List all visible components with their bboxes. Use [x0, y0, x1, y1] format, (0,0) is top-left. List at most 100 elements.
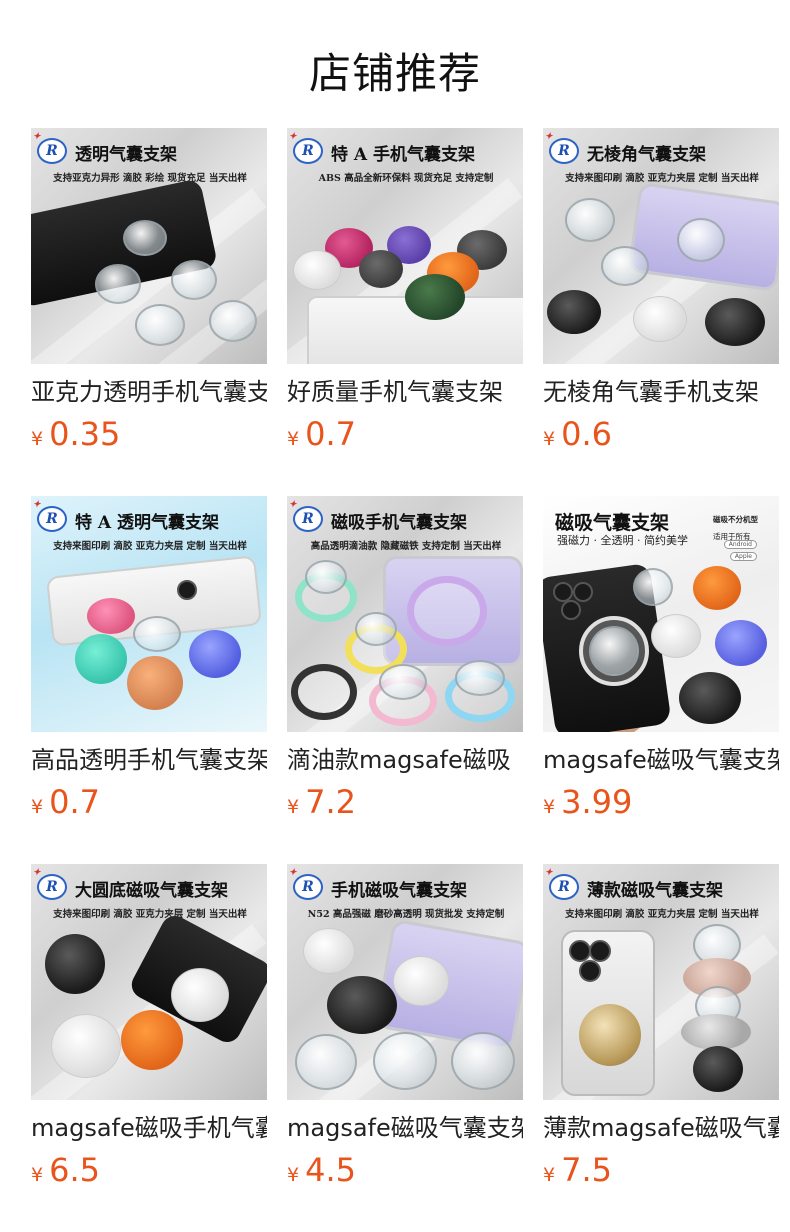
currency-symbol: ¥ [287, 796, 300, 818]
image-subtitle: ABS 高品全新环保料 现货充足 支持定制 [318, 173, 494, 184]
product-price: ¥0.7 [287, 414, 356, 454]
product-name[interactable]: 滴油款magsafe磁吸 [287, 744, 523, 776]
grip-clear [171, 260, 217, 300]
grip-teal [75, 634, 127, 684]
product-card[interactable]: R 手机磁吸气囊支架 N52 高品强磁 磨砂高透明 现货批发 支持定制 mags… [287, 864, 523, 1189]
product-name[interactable]: 无棱角气囊手机支架 [543, 376, 779, 408]
grip-clear [133, 616, 181, 652]
product-price: ¥0.35 [31, 414, 120, 454]
product-card[interactable]: R 无棱角气囊支架 支持来图印刷 滴胶 亚克力夹层 定制 当天出样 无棱角气囊手… [543, 128, 779, 453]
currency-symbol: ¥ [543, 796, 556, 818]
image-subtitle: 支持来图印刷 滴胶 亚克力夹层 定制 当天出样 [565, 909, 759, 920]
price-amount: 0.35 [49, 415, 121, 453]
product-price: ¥7.2 [287, 782, 356, 822]
product-name[interactable]: 好质量手机气囊支架 [287, 376, 523, 408]
grip-blue [189, 630, 241, 678]
image-title: 特 A 透明气囊支架 [75, 513, 220, 533]
product-price: ¥3.99 [543, 782, 632, 822]
product-card[interactable]: R 透明气囊支架 支持亚克力异形 滴胶 彩绘 现货充足 当天出样 亚克力透明手机… [31, 128, 267, 453]
product-name[interactable]: magsafe磁吸气囊支架 [287, 1112, 523, 1144]
camera-lens [573, 582, 593, 602]
brand-logo-icon: R [289, 868, 323, 900]
grip-pink [87, 598, 135, 634]
grip-clear [455, 660, 505, 696]
product-image[interactable]: R 特 A 透明气囊支架 支持来图印刷 滴胶 亚克力夹层 定制 当天出样 [31, 496, 267, 732]
brand-logo-icon: R [289, 500, 323, 532]
grip-white [651, 614, 701, 658]
camera-lens [579, 960, 601, 982]
image-title: 大圆底磁吸气囊支架 [75, 881, 228, 901]
grip-white [171, 968, 229, 1022]
product-name[interactable]: 薄款magsafe磁吸气囊支架 [543, 1112, 779, 1144]
brand-logo-icon: R [289, 132, 323, 164]
camera-lens [561, 600, 581, 620]
brand-logo-icon: R [545, 868, 579, 900]
grip-blue [715, 620, 767, 666]
price-amount: 0.7 [305, 415, 356, 453]
compat-tag-line1: 磁吸不分机型 [713, 515, 758, 524]
camera-lens [569, 940, 591, 962]
grip-white [633, 296, 687, 342]
grip-white [51, 1014, 121, 1078]
grip-clear [135, 304, 185, 346]
grip-black [705, 298, 765, 346]
grip-gray [359, 250, 403, 288]
image-subtitle: 支持来图印刷 滴胶 亚克力夹层 定制 当天出样 [53, 541, 247, 552]
product-image[interactable]: R 薄款磁吸气囊支架 支持来图印刷 滴胶 亚克力夹层 定制 当天出样 [543, 864, 779, 1100]
grip-clear [451, 1032, 515, 1090]
grip-amber [127, 656, 183, 710]
image-title: 透明气囊支架 [75, 145, 177, 165]
product-card[interactable]: 磁吸气囊支架 强磁力 · 全透明 · 简约美学 磁吸不分机型 适用于所有 And… [543, 496, 779, 821]
product-image[interactable]: R 磁吸手机气囊支架 高品透明滴油款 隐藏磁铁 支持定制 当天出样 [287, 496, 523, 732]
price-amount: 7.2 [305, 783, 356, 821]
product-grid: R 透明气囊支架 支持亚克力异形 滴胶 彩绘 现货充足 当天出样 亚克力透明手机… [31, 128, 779, 1189]
product-name[interactable]: 亚克力透明手机气囊支架 [31, 376, 267, 408]
product-card[interactable]: R 磁吸手机气囊支架 高品透明滴油款 隐藏磁铁 支持定制 当天出样 滴油款mag… [287, 496, 523, 821]
image-subtitle: N52 高品强磁 磨砂高透明 现货批发 支持定制 [307, 909, 505, 920]
grip-black [693, 1046, 743, 1092]
currency-symbol: ¥ [287, 1164, 300, 1186]
camera-lens [553, 582, 573, 602]
image-subtitle: 高品透明滴油款 隐藏磁铁 支持定制 当天出样 [310, 541, 502, 552]
ring-black [291, 664, 357, 720]
product-card[interactable]: R 特 A 透明气囊支架 支持来图印刷 滴胶 亚克力夹层 定制 当天出样 高品透… [31, 496, 267, 821]
grip-clear [123, 220, 167, 256]
grip-orange [693, 566, 741, 610]
brand-logo-icon: R [33, 132, 67, 164]
android-pill: Android [723, 540, 757, 549]
product-card[interactable]: R 特 A 手机气囊支架 ABS 高品全新环保料 现货充足 支持定制 好质量手机… [287, 128, 523, 453]
product-price: ¥6.5 [31, 1150, 100, 1190]
grip-white [393, 956, 449, 1006]
product-card[interactable]: R 薄款磁吸气囊支架 支持来图印刷 滴胶 亚克力夹层 定制 当天出样 薄款mag… [543, 864, 779, 1189]
product-card[interactable]: R 大圆底磁吸气囊支架 支持来图印刷 滴胶 亚克力夹层 定制 当天出样 mags… [31, 864, 267, 1189]
price-amount: 0.7 [49, 783, 100, 821]
grip-clear [295, 1034, 357, 1090]
image-title: 无棱角气囊支架 [587, 145, 706, 165]
price-amount: 0.6 [561, 415, 612, 453]
product-name[interactable]: magsafe磁吸手机气囊支架 [31, 1112, 267, 1144]
product-image[interactable]: R 大圆底磁吸气囊支架 支持来图印刷 滴胶 亚克力夹层 定制 当天出样 [31, 864, 267, 1100]
product-price: ¥4.5 [287, 1150, 356, 1190]
grip-white [293, 250, 341, 290]
product-image[interactable]: R 无棱角气囊支架 支持来图印刷 滴胶 亚克力夹层 定制 当天出样 [543, 128, 779, 364]
product-name[interactable]: 高品透明手机气囊支架 [31, 744, 267, 776]
grip-clear [305, 560, 347, 594]
grip-white [303, 928, 355, 974]
grip-black [679, 672, 741, 724]
product-image[interactable]: 磁吸气囊支架 强磁力 · 全透明 · 简约美学 磁吸不分机型 适用于所有 And… [543, 496, 779, 732]
currency-symbol: ¥ [31, 796, 44, 818]
brand-logo-icon: R [33, 500, 67, 532]
camera-lens [589, 940, 611, 962]
currency-symbol: ¥ [31, 428, 44, 450]
product-image[interactable]: R 手机磁吸气囊支架 N52 高品强磁 磨砂高透明 现货批发 支持定制 [287, 864, 523, 1100]
product-image[interactable]: R 透明气囊支架 支持亚克力异形 滴胶 彩绘 现货充足 当天出样 [31, 128, 267, 364]
camera-lens [177, 580, 197, 600]
magsafe-ring [407, 576, 487, 646]
grip-black [547, 290, 601, 334]
grip-clear [355, 612, 397, 646]
grip-clear [601, 246, 649, 286]
product-image[interactable]: R 特 A 手机气囊支架 ABS 高品全新环保料 现货充足 支持定制 [287, 128, 523, 364]
image-subtitle: 支持来图印刷 滴胶 亚克力夹层 定制 当天出样 [53, 909, 247, 920]
product-price: ¥7.5 [543, 1150, 612, 1190]
product-name[interactable]: magsafe磁吸气囊支架 [543, 744, 779, 776]
